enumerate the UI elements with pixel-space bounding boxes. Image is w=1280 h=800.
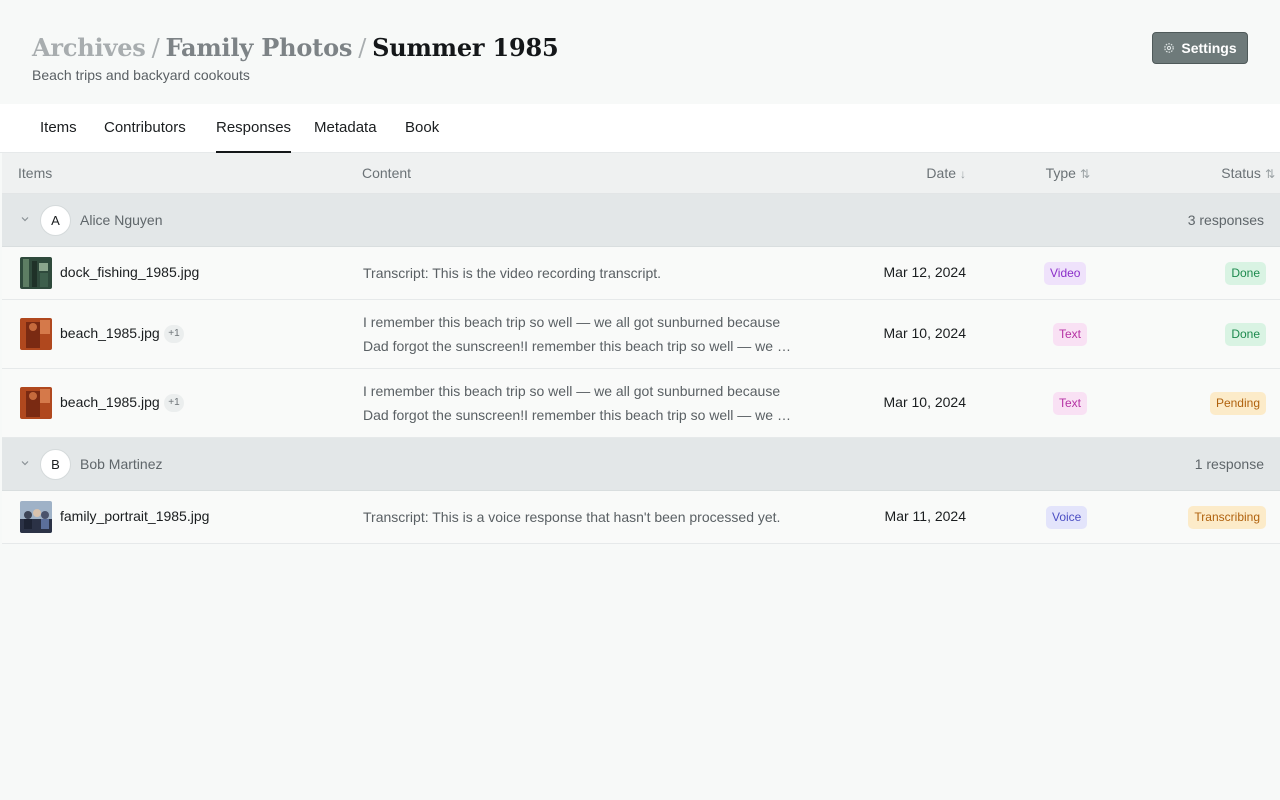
col-content[interactable]: Content [362,153,411,193]
page-title: Summer 1985 [372,33,559,62]
type-badge: Text [1053,323,1088,346]
group-name: Alice Nguyen [80,212,163,228]
response-date: Mar 12, 2024 [883,264,967,280]
status-badge: Transcribing [1188,506,1266,529]
content-line: I remember this beach trip so well — we … [363,314,781,330]
type-badge: Voice [1046,506,1088,529]
content-line: Dad forgot the sunscreen!I remember this… [363,338,793,354]
table-row[interactable]: beach_1985.jpg +1 I remember this beach … [2,369,1280,438]
breadcrumb-separator: / [151,34,160,62]
photo-thumbnail [20,318,52,350]
status-badge: Done [1225,262,1266,285]
table-row[interactable]: family_portrait_1985.jpg Transcript: Thi… [2,491,1280,544]
gear-icon [1164,43,1175,53]
tab-items[interactable]: Items [40,104,77,152]
sort-icon: ⇅ [1264,167,1275,181]
breadcrumb-archives[interactable]: Archives [32,33,146,62]
group-name: Bob Martinez [80,456,163,472]
breadcrumb-family-photos[interactable]: Family Photos [165,33,352,62]
content-line: I remember this beach trip so well — we … [363,383,781,399]
avatar: B [40,449,71,480]
status-badge: Done [1225,323,1266,346]
file-name[interactable]: beach_1985.jpg [60,394,160,410]
tab-book[interactable]: Book [405,104,439,152]
group-count: 3 responses [1187,212,1264,228]
response-content: Transcript: This is a voice response tha… [363,505,793,529]
photo-thumbnail [20,501,52,533]
group-row-alice[interactable]: A Alice Nguyen 3 responses [2,194,1280,247]
page-subtitle: Beach trips and backyard cookouts [32,67,250,83]
col-items[interactable]: Items [18,153,52,193]
tab-metadata[interactable]: Metadata [314,104,377,152]
response-content: I remember this beach trip so well — we … [363,379,793,427]
response-content: Transcript: This is the video recording … [363,261,793,285]
page-header: Archives / Family Photos / Summer 1985 Beach… [0,0,1280,104]
col-date[interactable]: Date ↓ [926,153,966,194]
extra-count-badge: +1 [164,325,184,343]
table-header: Items Content Date ↓ Type ⇅ Status ⇅ [2,153,1280,194]
type-badge: Video [1044,262,1087,285]
settings-button[interactable]: Settings [1152,32,1248,64]
chevron-down-icon[interactable] [19,213,31,225]
photo-thumbnail [20,257,52,289]
table-row[interactable]: beach_1985.jpg +1 I remember this beach … [2,300,1280,369]
status-badge: Pending [1209,392,1266,415]
col-status[interactable]: Status ⇅ [1221,153,1275,194]
sort-desc-icon: ↓ [960,167,966,181]
breadcrumb-separator: / [358,34,367,62]
file-name[interactable]: dock_fishing_1985.jpg [60,264,199,280]
breadcrumb: Archives / Family Photos / Summer 1985 [32,33,559,62]
file-name[interactable]: beach_1985.jpg [60,325,160,341]
col-type[interactable]: Type ⇅ [1046,153,1090,194]
sort-icon: ⇅ [1079,167,1090,181]
photo-thumbnail [20,387,52,419]
settings-label: Settings [1181,40,1237,56]
response-date: Mar 10, 2024 [883,325,967,341]
avatar: A [40,205,71,236]
responses-table: Items Content Date ↓ Type ⇅ Status ⇅ A Alic… [2,153,1280,544]
col-status-label: Status [1221,165,1261,181]
response-date: Mar 10, 2024 [883,394,967,410]
response-content: I remember this beach trip so well — we … [363,310,793,358]
group-row-bob[interactable]: B Bob Martinez 1 response [2,438,1280,491]
col-type-label: Type [1045,165,1076,181]
content-line: Transcript: This is the video recording … [363,265,662,281]
group-count: 1 response [1194,456,1264,472]
content-line: Dad forgot the sunscreen!I remember this… [363,407,793,423]
tab-bar: Items Contributors Responses Metadata Bo… [0,104,1280,153]
content-line: Transcript: This is a voice response tha… [363,509,781,525]
chevron-down-icon[interactable] [19,457,31,469]
tab-responses[interactable]: Responses [216,104,292,153]
tab-contributors[interactable]: Contributors [104,104,186,152]
table-row[interactable]: dock_fishing_1985.jpg Transcript: This i… [2,247,1280,300]
type-badge: Text [1053,392,1088,415]
response-date: Mar 11, 2024 [884,508,966,524]
col-date-label: Date [926,165,956,181]
extra-count-badge: +1 [164,394,184,412]
file-name[interactable]: family_portrait_1985.jpg [60,508,209,524]
